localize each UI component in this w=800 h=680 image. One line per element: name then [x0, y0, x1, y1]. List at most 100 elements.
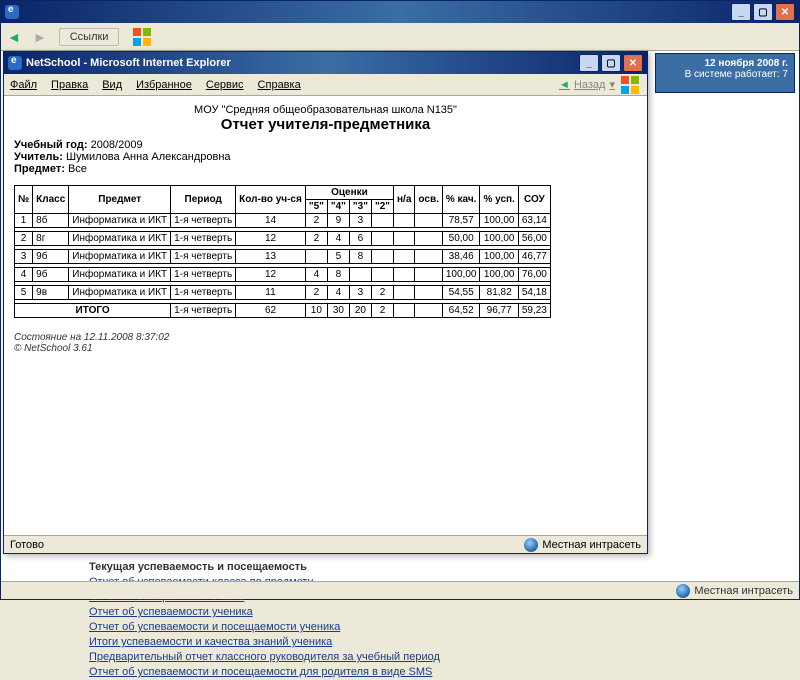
cell-n: 5	[15, 286, 33, 300]
menu-view[interactable]: Вид	[102, 79, 122, 91]
menu-edit[interactable]: Правка	[51, 79, 88, 91]
cell-sou: 76,00	[518, 268, 550, 282]
cell-g5: 2	[305, 232, 327, 246]
cell-period: 1-я четверть	[171, 286, 236, 300]
cell-osv	[415, 268, 442, 282]
back-icon[interactable]: ◄	[559, 79, 570, 91]
cell-sou: 54,18	[518, 286, 550, 300]
cell-sou: 59,23	[518, 304, 550, 318]
windows-flag-icon	[131, 27, 153, 47]
col-g3: "3"	[349, 200, 371, 214]
table-row: 39бИнформатика и ИКТ1-я четверть135838,4…	[15, 250, 551, 264]
menu-file[interactable]: Файл	[10, 79, 37, 91]
table-row: 28гИнформатика и ИКТ1-я четверть1224650,…	[15, 232, 551, 246]
table-row-total: ИТОГО1-я четверть62103020264,5296,7759,2…	[15, 304, 551, 318]
year-label: Учебный год:	[14, 139, 88, 151]
report-link[interactable]: Отчет об успеваемости и посещаемости уче…	[89, 620, 789, 635]
cell-period: 1-я четверть	[171, 214, 236, 228]
cell-usp: 81,82	[480, 286, 518, 300]
col-subject: Предмет	[69, 186, 171, 214]
report-link[interactable]: Итоги успеваемости и качества знаний уче…	[89, 635, 789, 650]
col-period: Период	[171, 186, 236, 214]
cell-g3: 8	[349, 250, 371, 264]
report-link[interactable]: Отчет об успеваемости и посещаемости для…	[89, 665, 789, 680]
col-num: №	[15, 186, 33, 214]
outer-status-bar: Местная интрасеть	[1, 581, 799, 599]
inner-browser-window: NetSchool - Microsoft Internet Explorer …	[3, 51, 648, 554]
cell-klass: 9б	[33, 268, 69, 282]
cell-g4: 30	[327, 304, 349, 318]
report-link[interactable]: Отчет об успеваемости ученика	[89, 605, 789, 620]
cell-na	[394, 214, 415, 228]
cell-n: 3	[15, 250, 33, 264]
outer-close-button[interactable]: ✕	[775, 3, 795, 21]
links-button[interactable]: Ссылки	[59, 28, 120, 46]
outer-browser-window: _ ▢ ✕ ◄ ► Ссылки 12 ноября 2008 г. В сис…	[0, 0, 800, 600]
report-link[interactable]: Предварительный отчет классного руководи…	[89, 650, 789, 665]
inner-status-bar: Готово Местная интрасеть	[4, 535, 647, 553]
cell-kach: 64,52	[442, 304, 480, 318]
menu-help[interactable]: Справка	[258, 79, 301, 91]
cell-sou: 46,77	[518, 250, 550, 264]
menu-service[interactable]: Сервис	[206, 79, 244, 91]
cell-g3: 3	[349, 214, 371, 228]
menu-favorites[interactable]: Избранное	[136, 79, 192, 91]
inner-titlebar: NetSchool - Microsoft Internet Explorer …	[4, 52, 647, 74]
cell-n: 4	[15, 268, 33, 282]
cell-klass: 9б	[33, 250, 69, 264]
subject-value: Все	[68, 163, 87, 175]
inner-menu-bar: Файл Правка Вид Избранное Сервис Справка…	[4, 74, 647, 96]
outer-titlebar: _ ▢ ✕	[1, 1, 799, 23]
cell-usp: 100,00	[480, 232, 518, 246]
cell-predmet: Информатика и ИКТ	[69, 286, 171, 300]
col-grades: Оценки	[305, 186, 393, 200]
cell-klass: 8г	[33, 232, 69, 246]
system-online: В системе работает: 7	[662, 69, 788, 80]
cell-osv	[415, 250, 442, 264]
cell-g2: 2	[371, 304, 393, 318]
year-value: 2008/2009	[91, 139, 143, 151]
outer-toolbar: ◄ ► Ссылки	[1, 23, 799, 51]
cell-g2: 2	[371, 286, 393, 300]
cell-period: 1-я четверть	[171, 304, 236, 318]
cell-klass: 9в	[33, 286, 69, 300]
cell-usp: 100,00	[480, 268, 518, 282]
outer-maximize-button[interactable]: ▢	[753, 3, 773, 21]
cell-g2	[371, 268, 393, 282]
inner-minimize-button[interactable]: _	[579, 54, 599, 72]
col-osv: осв.	[415, 186, 442, 214]
cell-n: 2	[15, 232, 33, 246]
col-g2: "2"	[371, 200, 393, 214]
outer-content: 12 ноября 2008 г. В системе работает: 7 …	[1, 51, 799, 581]
chevron-down-icon[interactable]: ▾	[609, 78, 615, 91]
report-title: Отчет учителя-предметника	[14, 116, 637, 133]
inner-close-button[interactable]: ✕	[623, 54, 643, 72]
cell-period: 1-я четверть	[171, 250, 236, 264]
cell-g4: 4	[327, 232, 349, 246]
inner-maximize-button[interactable]: ▢	[601, 54, 621, 72]
cell-g5: 10	[305, 304, 327, 318]
back-icon[interactable]: ◄	[7, 29, 21, 45]
ie-icon	[8, 56, 22, 70]
cell-osv	[415, 304, 442, 318]
copyright: © NetSchool 3.61	[14, 343, 637, 354]
cell-predmet: Информатика и ИКТ	[69, 232, 171, 246]
nazad-label[interactable]: Назад	[574, 79, 606, 91]
outer-minimize-button[interactable]: _	[731, 3, 751, 21]
lower-heading: Текущая успеваемость и посещаемость	[89, 561, 789, 573]
col-class: Класс	[33, 186, 69, 214]
col-sou: СОУ	[518, 186, 550, 214]
cell-g5: 2	[305, 214, 327, 228]
cell-g5: 4	[305, 268, 327, 282]
lower-links-section: Текущая успеваемость и посещаемость Отче…	[89, 561, 789, 680]
cell-osv	[415, 214, 442, 228]
status-zone: Местная интрасеть	[542, 539, 641, 551]
teacher-label: Учитель:	[14, 151, 63, 163]
cell-cnt: 12	[236, 232, 306, 246]
report-meta: Учебный год: 2008/2009 Учитель: Шумилова…	[14, 139, 637, 175]
cell-g4: 8	[327, 268, 349, 282]
cell-osv	[415, 286, 442, 300]
system-info-panel: 12 ноября 2008 г. В системе работает: 7	[655, 53, 795, 93]
cell-g3: 6	[349, 232, 371, 246]
forward-icon[interactable]: ►	[33, 29, 47, 45]
